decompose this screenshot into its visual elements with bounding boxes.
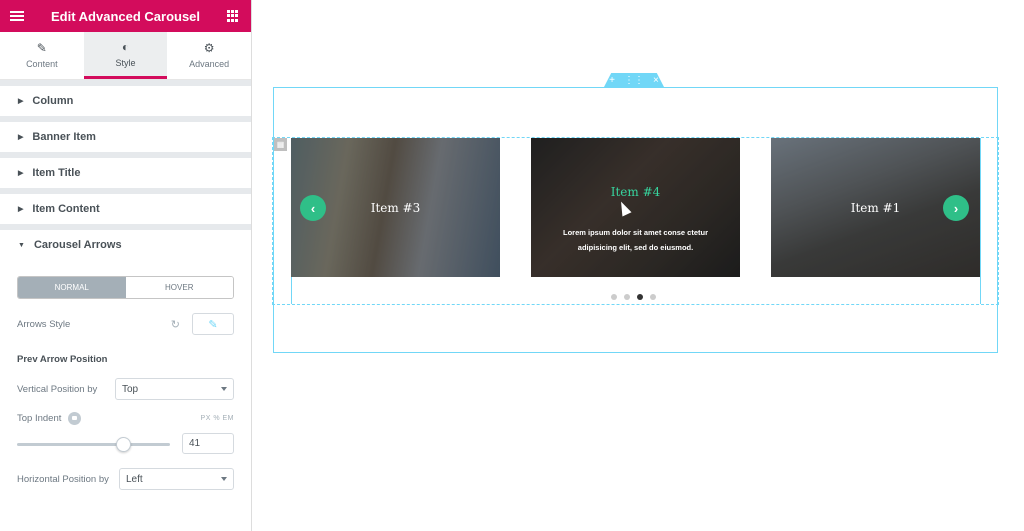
tab-advanced[interactable]: ⚙ Advanced — [167, 32, 251, 79]
units-switcher[interactable]: PX % EM — [201, 415, 234, 422]
prev-arrow-button[interactable]: ‹ — [300, 195, 326, 221]
add-icon[interactable]: + — [609, 75, 615, 86]
carousel-dot[interactable] — [650, 294, 656, 300]
slide-title: Item #3 — [370, 200, 421, 215]
reset-icon[interactable]: ↻ — [171, 318, 180, 331]
gear-icon: ⚙ — [203, 41, 215, 55]
pencil-icon: ✎ — [36, 41, 47, 55]
top-indent-slider-row: 41 — [17, 433, 234, 454]
arrows-style-label: Arrows Style — [17, 318, 71, 330]
state-toggle: NORMAL HOVER — [17, 276, 234, 299]
horizontal-position-row: Horizontal Position by Left — [17, 468, 234, 490]
section-banner-item-label: Banner Item — [32, 131, 96, 143]
close-icon[interactable]: × — [653, 75, 659, 86]
section-column[interactable]: ▶ Column — [0, 80, 251, 116]
section-item-title[interactable]: ▶ Item Title — [0, 152, 251, 188]
arrows-style-edit-button[interactable]: ✎ — [192, 313, 234, 335]
section-banner-item[interactable]: ▶ Banner Item — [0, 116, 251, 152]
slide-title: Item #4 — [610, 184, 661, 199]
carousel-dot[interactable] — [624, 294, 630, 300]
slide-title: Item #1 — [850, 200, 901, 215]
arrows-style-row: Arrows Style ↻ ✎ — [17, 313, 234, 335]
vertical-position-row: Vertical Position by Top — [17, 378, 234, 400]
caret-right-icon: ▶ — [18, 170, 24, 177]
caret-right-icon: ▶ — [18, 134, 24, 141]
slide-inner: Item #1 — [851, 201, 901, 215]
section-column-label: Column — [32, 95, 74, 107]
slider-handle[interactable] — [116, 436, 131, 452]
panel-tabs: ✎ Content ◐ Style ⚙ Advanced — [0, 32, 251, 80]
normal-state-button[interactable]: NORMAL — [18, 277, 126, 298]
top-indent-label-wrap: Top Indent — [17, 412, 201, 425]
hamburger-menu-icon[interactable] — [10, 11, 24, 21]
panel-header: Edit Advanced Carousel — [0, 0, 251, 32]
caret-down-icon: ▼ — [18, 241, 25, 249]
prev-arrow-heading: Prev Arrow Position — [17, 354, 108, 365]
vertical-position-select[interactable]: Top — [115, 378, 234, 400]
tab-content-label: Content — [26, 59, 58, 69]
slide-inner: Item #3 — [371, 201, 421, 215]
vertical-position-label: Vertical Position by — [17, 383, 98, 395]
responsive-device-icon[interactable] — [68, 412, 82, 425]
vertical-position-value: Top — [122, 383, 139, 395]
section-item-content-label: Item Content — [32, 203, 100, 215]
drag-handle-icon[interactable]: ⋮⋮ — [624, 75, 644, 86]
slide-inner: Item #4 Lorem ipsum dolor sit amet conse… — [551, 183, 721, 255]
caret-right-icon: ▶ — [18, 98, 24, 105]
horizontal-position-label: Horizontal Position by — [17, 473, 109, 485]
preview-canvas: + ⋮⋮ × ▦ ✎ Item #3 Item #4 Lorem ipsum d… — [253, 0, 1024, 531]
carousel-slide[interactable]: Item #4 Lorem ipsum dolor sit amet conse… — [531, 138, 740, 277]
tab-content[interactable]: ✎ Content — [0, 32, 84, 79]
carousel-dots — [611, 294, 656, 300]
section-carousel-arrows[interactable]: ▼ Carousel Arrows — [0, 224, 251, 260]
section-handle[interactable]: + ⋮⋮ × — [604, 73, 664, 87]
carousel-dot[interactable] — [637, 294, 643, 300]
section-carousel-arrows-label: Carousel Arrows — [33, 239, 122, 251]
top-indent-label: Top Indent — [17, 413, 62, 425]
contrast-icon: ◐ — [121, 39, 130, 54]
chevron-down-icon — [221, 387, 227, 391]
top-indent-row: Top Indent PX % EM — [17, 412, 234, 425]
pencil-icon: ✎ — [208, 318, 218, 331]
tab-style-label: Style — [115, 57, 136, 68]
section-item-content[interactable]: ▶ Item Content — [0, 188, 251, 224]
top-indent-slider[interactable] — [17, 436, 170, 452]
hover-state-button[interactable]: HOVER — [125, 277, 233, 298]
chevron-down-icon — [221, 477, 227, 481]
caret-right-icon: ▶ — [18, 206, 24, 213]
horizontal-position-select[interactable]: Left — [119, 468, 234, 490]
top-indent-input[interactable]: 41 — [182, 433, 234, 454]
carousel-arrows-controls: NORMAL HOVER Arrows Style ↻ ✎ Prev Arrow… — [0, 276, 251, 490]
editor-panel: Edit Advanced Carousel ✎ Content ◐ Style… — [0, 0, 252, 531]
tab-advanced-label: Advanced — [189, 59, 230, 69]
horizontal-position-value: Left — [126, 473, 143, 485]
slide-content: Lorem ipsum dolor sit amet conse ctetur … — [562, 227, 709, 252]
chevron-right-icon: › — [953, 200, 959, 216]
slider-track — [17, 442, 170, 446]
carousel-dot[interactable] — [611, 294, 617, 300]
widgets-grid-icon[interactable] — [227, 10, 239, 22]
column-handle-icon[interactable]: ▦ — [274, 138, 287, 151]
next-arrow-button[interactable]: › — [943, 195, 969, 221]
tab-style[interactable]: ◐ Style — [83, 32, 168, 79]
chevron-left-icon: ‹ — [310, 200, 316, 216]
panel-title: Edit Advanced Carousel — [50, 8, 201, 24]
section-item-title-label: Item Title — [32, 167, 81, 179]
